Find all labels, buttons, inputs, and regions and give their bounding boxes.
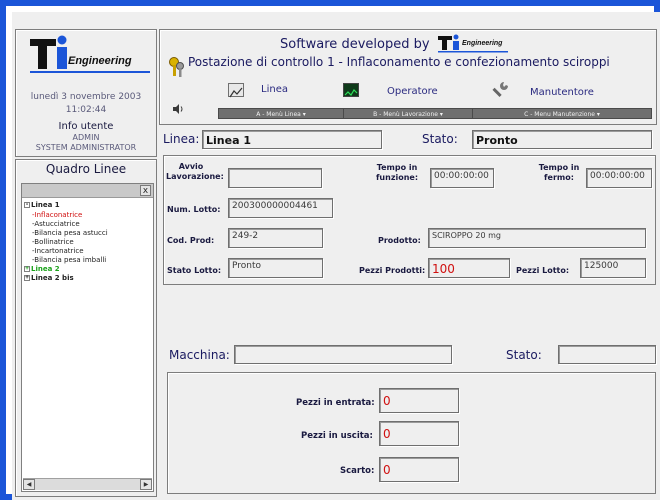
avvio-label: Avvio Lavorazione: — [166, 162, 224, 181]
lines-panel: Quadro Linee x - Linea 1 -Inflaconatrice … — [15, 159, 157, 497]
pezzi-lotto-field: 125000 — [580, 258, 646, 278]
scarto-field: 0 — [379, 457, 459, 482]
pezzi-prodotti-field: 100 — [428, 258, 510, 278]
tree-body: - Linea 1 -Inflaconatrice -Astucciatrice … — [24, 201, 151, 475]
horizontal-scrollbar[interactable]: ◀ ▶ — [23, 478, 152, 490]
tree-node-linea-2-bis[interactable]: + Linea 2 bis — [24, 274, 74, 282]
machine-stato-label: Stato: — [506, 348, 542, 362]
prodotto-label: Prodotto: — [378, 236, 421, 245]
machine-stato-field — [558, 345, 656, 364]
current-time: 11:02:44 — [65, 105, 107, 115]
menu-operatore-label[interactable]: Operatore — [387, 86, 438, 97]
menu-linea-label[interactable]: Linea — [261, 84, 288, 95]
scroll-right-icon[interactable]: ▶ — [140, 479, 152, 490]
company-logo: Engineering — [30, 33, 150, 79]
tree-node-machine[interactable]: -Bilancia pesa imballi — [32, 256, 106, 264]
app-window: Engineering lunedì 3 novembre 2003 11:02… — [0, 0, 660, 500]
pezzi-lotto-label: Pezzi Lotto: — [516, 266, 570, 275]
avvio-field — [228, 168, 322, 188]
user-name: ADMIN — [72, 133, 100, 142]
pezzi-prodotti-label: Pezzi Prodotti: — [359, 266, 426, 275]
close-icon[interactable]: x — [140, 185, 151, 196]
tree-node-linea-2[interactable]: + Linea 2 — [24, 265, 60, 273]
num-lotto-label: Num. Lotto: — [167, 205, 221, 214]
tempo-funzione-label: Tempo in funzione: — [375, 163, 419, 182]
chart-icon[interactable] — [228, 83, 244, 98]
menu-tab-b[interactable]: B - Menù Lavorazione ▾ — [343, 108, 473, 119]
pezzi-uscita-field: 0 — [379, 421, 459, 446]
counters-panel: Pezzi in entrata: 0 Pezzi in uscita: 0 S… — [167, 372, 656, 494]
user-info-title: Info utente — [58, 121, 114, 132]
stato-label: Stato: — [422, 132, 458, 146]
user-role: SYSTEM ADMINISTRATOR — [35, 143, 137, 152]
keys-icon — [168, 56, 186, 78]
logo-text: Engineering — [68, 55, 132, 67]
developer-line: Software developed by — [280, 37, 430, 52]
menu-tab-c[interactable]: C - Menu Manutenzione ▾ — [472, 108, 652, 119]
lines-panel-title: Quadro Linee — [45, 162, 127, 176]
pezzi-entrata-field: 0 — [379, 388, 459, 413]
menu-manutentore-label[interactable]: Manutentore — [530, 87, 594, 98]
stato-lotto-field: Pronto — [228, 258, 323, 278]
macchina-field — [234, 345, 452, 364]
scarto-label: Scarto: — [340, 466, 375, 476]
tempo-funzione-field: 00:00:00:00 — [430, 168, 494, 188]
tree-node-machine[interactable]: -Incartonatrice — [32, 247, 84, 255]
stato-value-field: Pronto — [472, 130, 652, 149]
linea-value-field: Linea 1 — [202, 130, 382, 149]
expand-icon[interactable]: + — [24, 266, 30, 272]
macchina-label: Macchina: — [169, 348, 230, 362]
collapse-icon[interactable]: - — [24, 202, 30, 208]
expand-icon[interactable]: + — [24, 275, 30, 281]
wrench-icon[interactable] — [492, 80, 510, 98]
linea-label: Linea: — [163, 132, 200, 146]
batch-info-panel: Avvio Lavorazione: Tempo in funzione: 00… — [163, 155, 656, 285]
scroll-left-icon[interactable]: ◀ — [23, 479, 35, 490]
current-date: lunedì 3 novembre 2003 — [30, 92, 142, 102]
station-title: Postazione di controllo 1 - Inflaconamen… — [188, 55, 610, 69]
cod-prod-field: 249-2 — [228, 228, 323, 248]
info-panel: Engineering lunedì 3 novembre 2003 11:02… — [15, 29, 157, 157]
tree-node-linea-1[interactable]: - Linea 1 — [24, 201, 60, 209]
tree-node-machine[interactable]: -Bollinatrice — [32, 238, 74, 246]
lines-tree[interactable]: x - Linea 1 -Inflaconatrice -Astucciatric… — [21, 183, 154, 492]
num-lotto-field: 200300000004461 — [228, 198, 333, 218]
tree-node-machine[interactable]: -Astucciatrice — [32, 220, 80, 228]
tempo-fermo-field: 00:00:00:00 — [586, 168, 652, 188]
tempo-fermo-label: Tempo in fermo: — [538, 163, 580, 182]
speaker-icon[interactable] — [172, 100, 184, 114]
tree-node-machine[interactable]: -Bilancia pesa astucci — [32, 229, 108, 237]
tree-title-bar: x — [22, 184, 153, 198]
small-company-logo: Engineering — [438, 34, 538, 54]
menu-tab-a[interactable]: A - Menù Linea ▾ — [218, 108, 344, 119]
stato-lotto-label: Stato Lotto: — [167, 266, 222, 275]
prodotto-field: SCIROPPO 20 mg — [428, 228, 646, 248]
monitor-icon[interactable] — [343, 83, 359, 97]
small-logo-text: Engineering — [462, 40, 503, 47]
pezzi-entrata-label: Pezzi in entrata: — [296, 398, 375, 408]
tree-node-machine[interactable]: -Inflaconatrice — [32, 211, 82, 219]
header-panel: Software developed by Engineering Postaz… — [159, 29, 657, 125]
app-body: Engineering lunedì 3 novembre 2003 11:02… — [12, 12, 660, 500]
cod-prod-label: Cod. Prod: — [167, 236, 215, 245]
pezzi-uscita-label: Pezzi in uscita: — [301, 431, 373, 441]
